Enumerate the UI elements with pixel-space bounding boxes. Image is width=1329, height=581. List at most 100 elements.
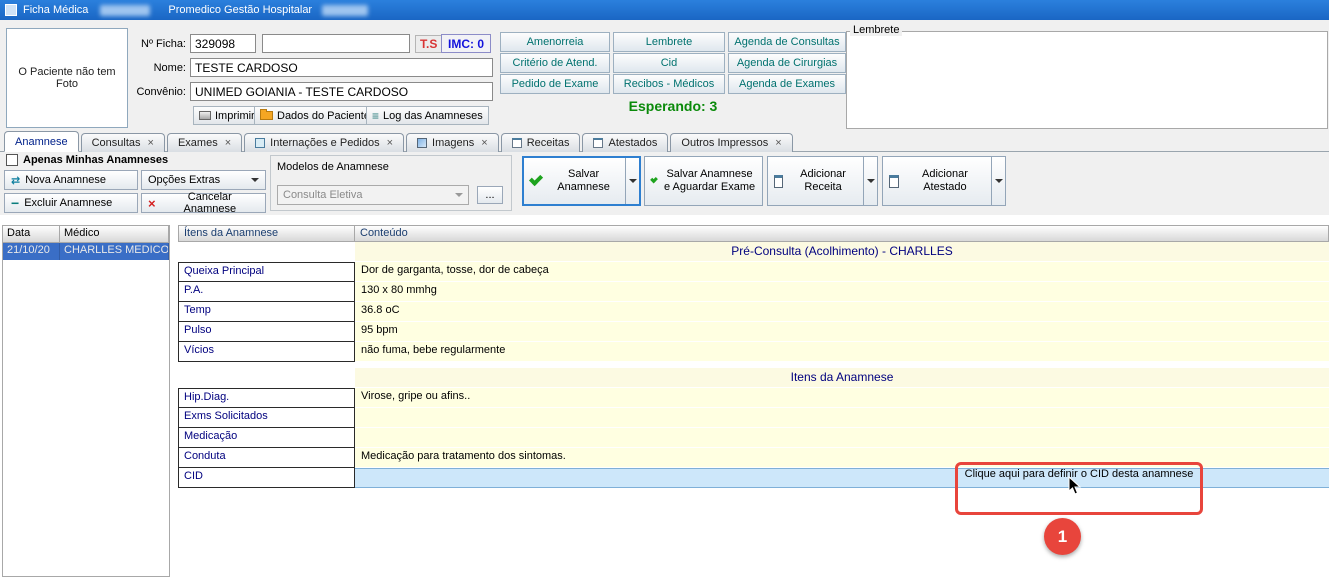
atestado-label: Adicionar Atestado <box>905 168 985 194</box>
folder-icon <box>260 111 273 120</box>
quick-button-recibos-me-dicos[interactable]: Recibos - Médicos <box>613 74 725 94</box>
tab-atestados[interactable]: Atestados <box>582 133 668 152</box>
checkbox-label: Apenas Minhas Anamneses <box>23 154 168 166</box>
adicionar-atestado-button[interactable]: Adicionar Atestado <box>882 156 991 206</box>
anamnese-section-header: Pré-Consulta (Acolhimento) - CHARLLES <box>355 242 1329 262</box>
anamnese-item-row: Pulso95 bpm <box>178 322 1329 342</box>
salvar-dropdown-button[interactable] <box>625 158 639 204</box>
anamnese-item-label: Pulso <box>178 322 355 342</box>
nome-label: Nome: <box>106 62 186 74</box>
tab-consultas[interactable]: Consultas× <box>81 133 165 152</box>
quick-button-agenda-de-exames[interactable]: Agenda de Exames <box>728 74 846 94</box>
atestado-doc-icon <box>889 175 899 188</box>
quick-button-pedido-de-exame[interactable]: Pedido de Exame <box>500 74 610 94</box>
salvar-aguardar-exame-button[interactable]: Salvar Anamnese e Aguardar Exame <box>644 156 763 206</box>
anamnese-item-value[interactable]: não fuma, bebe regularmente <box>355 342 1329 362</box>
adicionar-receita-button[interactable]: Adicionar Receita <box>767 156 863 206</box>
anamnese-toolbar: Apenas Minhas Anamneses ⇄ Nova Anamnese … <box>0 152 1329 215</box>
tab-exames[interactable]: Exames × <box>167 133 242 152</box>
apenas-minhas-checkbox[interactable]: Apenas Minhas Anamneses <box>6 154 168 166</box>
tab-imagens[interactable]: Imagens× <box>406 133 499 152</box>
quick-button-cid[interactable]: Cid <box>613 53 725 73</box>
history-data-cell: 21/10/20 <box>3 243 60 260</box>
window-icon <box>5 4 17 16</box>
quick-button-amenorreia[interactable]: Amenorreia <box>500 32 610 52</box>
quick-button-agenda-de-consultas[interactable]: Agenda de Consultas <box>728 32 846 52</box>
tab-close-icon[interactable]: × <box>481 137 487 149</box>
anamnese-item-row: Víciosnão fuma, bebe regularmente <box>178 342 1329 362</box>
tab-internac-o-es-e-pedidos[interactable]: Internações e Pedidos× <box>244 133 404 152</box>
anamnese-item-value[interactable] <box>355 428 1329 448</box>
modelos-selected-value: Consulta Eletiva <box>283 189 363 201</box>
chevron-down-icon <box>629 179 637 183</box>
atestado-dropdown-button[interactable] <box>991 156 1006 206</box>
doc-icon <box>593 138 603 148</box>
quick-button-crite-rio-de-atend[interactable]: Critério de Atend. <box>500 53 610 73</box>
imprimir-button[interactable]: Imprimir <box>193 106 261 125</box>
log-label: Log das Anamneses <box>383 110 483 122</box>
tab-anamnese[interactable]: Anamnese <box>4 131 79 152</box>
tab-close-icon[interactable]: × <box>387 137 393 149</box>
nova-label: Nova Anamnese <box>25 174 106 186</box>
nome-input[interactable] <box>190 58 493 77</box>
quick-button-lembrete[interactable]: Lembrete <box>613 32 725 52</box>
history-row[interactable]: 21/10/20CHARLLES MEDICO <box>3 243 169 260</box>
history-col-medico[interactable]: Médico <box>60 226 169 243</box>
anamnese-col-conteudo[interactable]: Conteúdo <box>354 225 1329 242</box>
nova-anamnese-button[interactable]: ⇄ Nova Anamnese <box>4 170 138 190</box>
arrows-icon: ⇄ <box>11 174 20 187</box>
salvar-anamnese-button[interactable]: Salvar Anamnese <box>524 158 625 204</box>
convenio-label: Convênio: <box>96 86 186 98</box>
opcoes-extras-button[interactable]: Opções Extras <box>141 170 266 190</box>
tab-outros-impressos[interactable]: Outros Impressos × <box>670 133 792 152</box>
anamnese-section-spacer <box>178 368 355 388</box>
titlebar[interactable]: Ficha Médica Promedico Gestão Hospitalar <box>0 0 1329 20</box>
modelos-label: Modelos de Anamnese <box>277 161 389 173</box>
log-anamneses-button[interactable]: ≡ Log das Anamneses <box>366 106 489 125</box>
modelos-more-button[interactable]: ... <box>477 186 503 204</box>
adicionar-atestado-split-button: Adicionar Atestado <box>882 156 1006 206</box>
cancelar-anamnese-button[interactable]: × Cancelar Anamnese <box>141 193 266 213</box>
tab-receitas[interactable]: Receitas <box>501 133 581 152</box>
anamnese-item-row: Hip.Diag.Virose, gripe ou afins.. <box>178 388 1329 408</box>
modelos-select[interactable]: Consulta Eletiva <box>277 185 469 205</box>
anamnese-item-value[interactable] <box>355 408 1329 428</box>
cancelar-label: Cancelar Anamnese <box>161 191 259 215</box>
anamnese-item-value[interactable]: 36.8 oC <box>355 302 1329 322</box>
mouse-cursor-icon <box>1068 476 1082 496</box>
ficha-medica-window: Ficha Médica Promedico Gestão Hospitalar… <box>0 0 1329 581</box>
lembrete-label: Lembrete <box>850 24 902 36</box>
patient-panel: O Paciente não tem Foto Nº Ficha: T.S IM… <box>0 20 1329 131</box>
anamnese-col-itens[interactable]: Ítens da Anamnese <box>178 225 355 242</box>
excluir-anamnese-button[interactable]: − Excluir Anamnese <box>4 193 138 213</box>
ts-button[interactable]: T.S <box>415 35 442 53</box>
lembrete-box[interactable] <box>846 31 1328 129</box>
anamnese-item-row: P.A.130 x 80 mmhg <box>178 282 1329 302</box>
chevron-down-icon <box>251 178 259 182</box>
dados-paciente-button[interactable]: Dados do Paciente <box>254 106 376 125</box>
ficha-input[interactable] <box>190 34 256 53</box>
convenio-input[interactable] <box>190 82 493 101</box>
anamnese-item-value[interactable]: Dor de garganta, tosse, dor de cabeça <box>355 262 1329 282</box>
tab-close-icon[interactable]: × <box>148 137 154 149</box>
quick-button-agenda-de-cirurgias[interactable]: Agenda de Cirurgias <box>728 53 846 73</box>
annotation-step-badge: 1 <box>1044 518 1081 555</box>
dados-label: Dados do Paciente <box>277 110 370 122</box>
anamnese-item-row: Temp36.8 oC <box>178 302 1329 322</box>
history-col-data[interactable]: Data <box>3 226 60 243</box>
tab-label: Exames <box>178 137 218 149</box>
tab-label: Outros Impressos <box>681 137 768 149</box>
checkbox-icon[interactable] <box>6 154 18 166</box>
list-icon: ≡ <box>372 111 379 121</box>
anamnese-item-value[interactable]: Virose, gripe ou afins.. <box>355 388 1329 408</box>
tab-close-icon[interactable]: × <box>775 137 781 149</box>
tab-close-icon[interactable]: × <box>225 137 231 149</box>
receita-dropdown-button[interactable] <box>863 156 878 206</box>
anamnese-item-value[interactable]: 95 bpm <box>355 322 1329 342</box>
secondary-input[interactable] <box>262 34 410 53</box>
doc-icon <box>512 138 522 148</box>
anamnese-grid: Ítens da Anamnese Conteúdo Pré-Consulta … <box>178 225 1329 488</box>
anamnese-item-value[interactable]: 130 x 80 mmhg <box>355 282 1329 302</box>
salvar-label: Salvar Anamnese <box>548 168 619 194</box>
anamnese-item-label: Exms Solicitados <box>178 408 355 428</box>
